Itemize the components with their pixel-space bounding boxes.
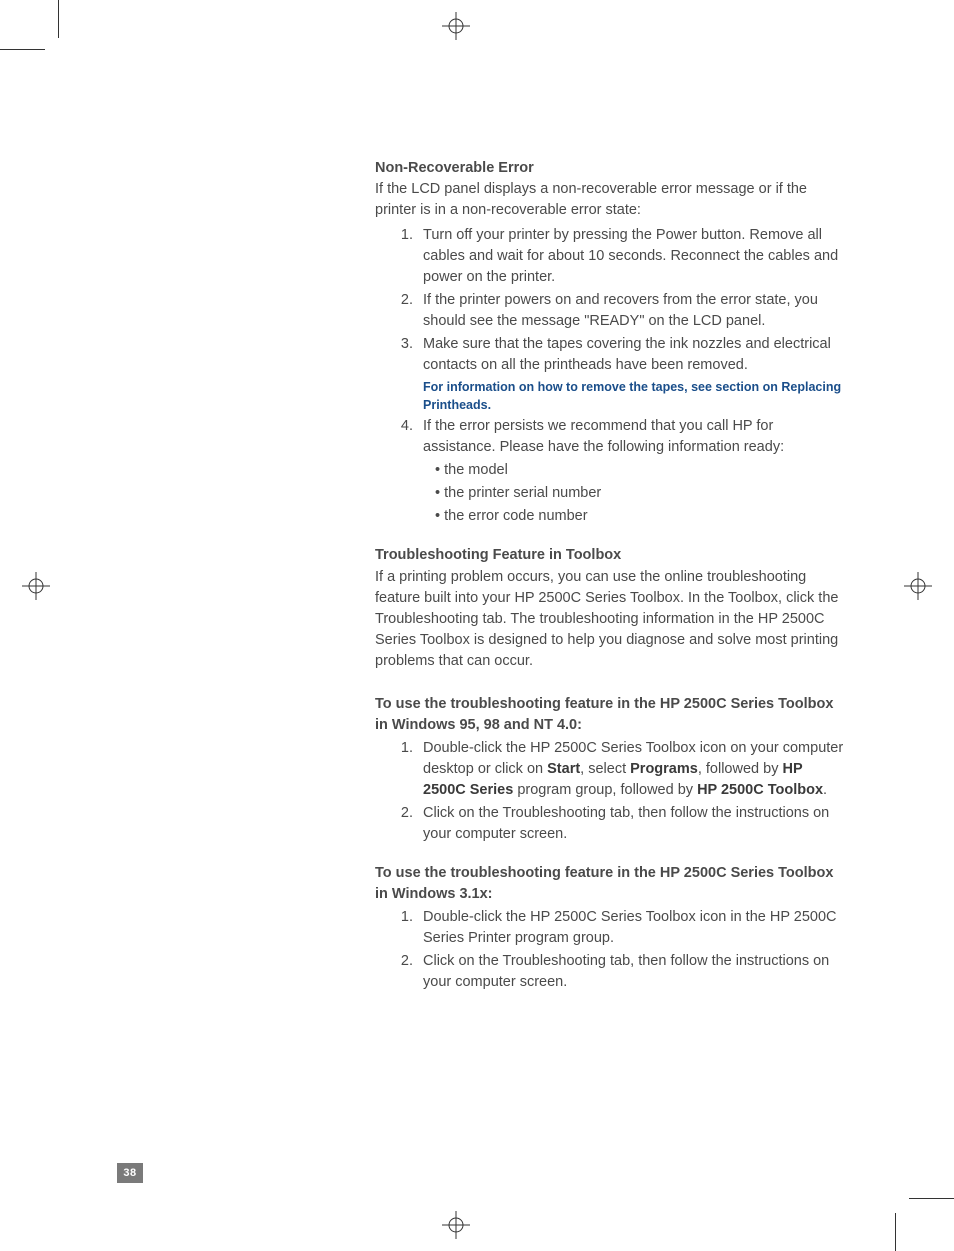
- list-item-text: Make sure that the tapes covering the in…: [423, 336, 831, 373]
- list-item: Turn off your printer by pressing the Po…: [417, 225, 845, 288]
- numbered-list: Turn off your printer by pressing the Po…: [375, 225, 845, 527]
- list-item: Double-click the HP 2500C Series Toolbox…: [417, 907, 845, 949]
- bullet-item: the error code number: [429, 506, 845, 527]
- list-item-text: If the error persists we recommend that …: [423, 418, 784, 455]
- inline-note: For information on how to remove the tap…: [423, 378, 845, 414]
- bullet-item: the model: [429, 460, 845, 481]
- section-heading: To use the troubleshooting feature in th…: [375, 863, 845, 905]
- crop-mark: [909, 1198, 954, 1199]
- crop-mark: [0, 49, 45, 50]
- registration-mark-icon: [22, 572, 50, 600]
- registration-mark-icon: [442, 12, 470, 40]
- registration-mark-icon: [442, 1211, 470, 1239]
- section-heading: Non-Recoverable Error: [375, 158, 845, 179]
- list-item: If the error persists we recommend that …: [417, 416, 845, 527]
- numbered-list: Double-click the HP 2500C Series Toolbox…: [375, 738, 845, 845]
- list-item: Click on the Troubleshooting tab, then f…: [417, 803, 845, 845]
- list-item: Make sure that the tapes covering the in…: [417, 334, 845, 414]
- section-heading: Troubleshooting Feature in Toolbox: [375, 545, 845, 566]
- list-item: If the printer powers on and recovers fr…: [417, 290, 845, 332]
- bullet-list: the model the printer serial number the …: [423, 460, 845, 527]
- page-number: 38: [117, 1163, 143, 1183]
- section-paragraph: If a printing problem occurs, you can us…: [375, 567, 845, 672]
- numbered-list: Double-click the HP 2500C Series Toolbox…: [375, 907, 845, 993]
- list-item: Click on the Troubleshooting tab, then f…: [417, 951, 845, 993]
- page-body: Non-Recoverable Error If the LCD panel d…: [375, 158, 845, 1011]
- list-item: Double-click the HP 2500C Series Toolbox…: [417, 738, 845, 801]
- bullet-item: the printer serial number: [429, 483, 845, 504]
- crop-mark: [58, 0, 59, 38]
- section-intro: If the LCD panel displays a non-recovera…: [375, 179, 845, 221]
- crop-mark: [895, 1213, 896, 1251]
- section-heading: To use the troubleshooting feature in th…: [375, 694, 845, 736]
- registration-mark-icon: [904, 572, 932, 600]
